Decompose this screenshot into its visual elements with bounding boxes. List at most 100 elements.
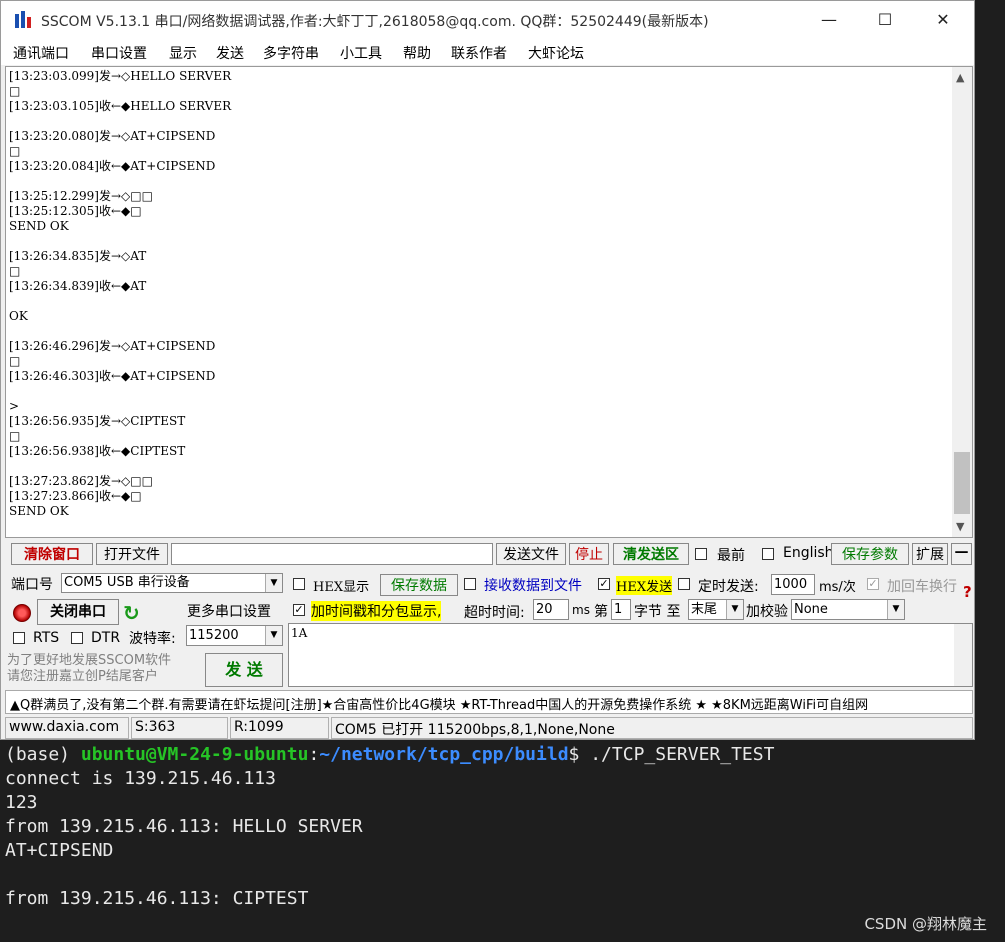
rts-checkbox[interactable]	[13, 632, 25, 644]
receive-log-line: □	[9, 144, 21, 158]
hex-display-label: HEX显示	[313, 580, 370, 595]
hex-send-checkbox[interactable]: ✓	[598, 578, 610, 590]
receive-log-line: [13:26:34.835]发→◇AT	[9, 249, 147, 263]
menu-contact-author[interactable]: 联系作者	[451, 43, 507, 63]
timeout-input[interactable]: 20	[533, 599, 569, 620]
byte-end-dropdown-icon[interactable]: ▼	[726, 600, 743, 619]
receive-log-line: □	[9, 264, 21, 278]
receive-log-line: □	[9, 354, 21, 368]
baud-select[interactable]: 115200 ▼	[186, 625, 283, 646]
topmost-checkbox[interactable]	[695, 548, 707, 560]
timed-interval-input[interactable]: 1000	[771, 574, 815, 595]
send-scrollbar[interactable]	[954, 624, 972, 686]
receive-log: [13:23:03.099]发→◇HELLO SERVER □ [13:23:03.…	[9, 69, 949, 519]
hex-send-label: HEX发送	[616, 576, 673, 595]
timeout-label: 超时时间:	[464, 605, 525, 621]
help-icon[interactable]: ?	[963, 583, 972, 601]
terminal-command: ./TCP_SERVER_TEST	[590, 744, 775, 765]
byte-end-select[interactable]: 末尾 ▼	[688, 599, 744, 620]
ms-per-label: ms/次	[819, 580, 856, 595]
receive-log-line: SEND OK	[9, 504, 69, 518]
terminal-output-line: AT+CIPSEND	[5, 840, 114, 861]
open-file-button[interactable]: 打开文件	[96, 543, 168, 565]
close-port-button[interactable]: 关闭串口	[37, 599, 119, 625]
baud-dropdown-icon[interactable]: ▼	[265, 626, 282, 645]
menu-comm-port[interactable]: 通讯端口	[13, 43, 69, 63]
send-input[interactable]: 1A	[288, 623, 973, 687]
status-recv: R:1099	[230, 717, 329, 739]
timed-send-checkbox[interactable]	[678, 578, 690, 590]
add-crlf-checkbox[interactable]: ✓	[867, 578, 879, 590]
timestamp-checkbox[interactable]: ✓	[293, 604, 305, 616]
receive-log-line	[9, 294, 949, 309]
ms-label: ms	[572, 603, 590, 617]
hex-display-checkbox[interactable]	[293, 578, 305, 590]
port-value: COM5 USB 串行设备	[64, 575, 190, 590]
menu-forum[interactable]: 大虾论坛	[528, 43, 584, 63]
english-checkbox[interactable]	[762, 548, 774, 560]
port-label: 端口号	[11, 577, 53, 593]
send-file-button[interactable]: 发送文件	[496, 543, 566, 565]
receive-log-line: [13:26:46.303]收←◆AT+CIPSEND	[9, 369, 216, 383]
scroll-up-icon[interactable]: ▲	[956, 71, 964, 84]
dtr-checkbox[interactable]	[71, 632, 83, 644]
dtr-label: DTR	[91, 630, 121, 646]
menu-help[interactable]: 帮助	[403, 43, 431, 63]
file-path-input[interactable]	[171, 543, 493, 565]
title-bar[interactable]: SSCOM V5.13.1 串口/网络数据调试器,作者:大虾丁丁,2618058…	[1, 1, 974, 39]
app-icon	[15, 11, 31, 28]
receive-log-line	[9, 234, 949, 249]
recv-to-file-checkbox[interactable]	[464, 578, 476, 590]
refresh-icon[interactable]: ↻	[123, 601, 140, 625]
save-data-button[interactable]: 保存数据	[380, 574, 458, 596]
menu-display[interactable]: 显示	[169, 43, 197, 63]
port-select[interactable]: COM5 USB 串行设备 ▼	[61, 573, 283, 593]
port-dropdown-icon[interactable]: ▼	[265, 574, 282, 592]
receive-log-line: [13:23:20.080]发→◇AT+CIPSEND	[9, 129, 216, 143]
receive-log-line: SEND OK	[9, 219, 69, 233]
scroll-down-icon[interactable]: ▼	[956, 520, 964, 533]
save-params-button[interactable]: 保存参数	[831, 543, 909, 565]
nth-label: 第	[594, 604, 608, 620]
checksum-dropdown-icon[interactable]: ▼	[887, 600, 904, 619]
scroll-thumb[interactable]	[954, 452, 970, 514]
clear-send-button[interactable]: 清发送区	[613, 543, 689, 565]
receive-scrollbar[interactable]: ▲ ▼	[952, 67, 972, 537]
minimize-button[interactable]: —	[801, 5, 857, 35]
menu-bar: 通讯端口 串口设置 显示 发送 多字符串 小工具 帮助 联系作者 大虾论坛	[1, 39, 974, 65]
port-status-icon	[13, 604, 31, 622]
receive-log-line	[9, 114, 949, 129]
clear-window-button[interactable]: 清除窗口	[11, 543, 93, 565]
send-button[interactable]: 发 送	[205, 653, 283, 687]
receive-log-line: [13:25:12.305]收←◆□	[9, 204, 142, 218]
terminal-output-line: from 139.215.46.113: HELLO SERVER	[5, 816, 363, 837]
status-site[interactable]: www.daxia.com	[5, 717, 129, 739]
receive-log-line	[9, 384, 949, 399]
byte-index-input[interactable]: 1	[611, 599, 631, 620]
expand-button[interactable]: 扩展	[912, 543, 948, 565]
menu-multi-string[interactable]: 多字符串	[263, 43, 319, 63]
close-button[interactable]: ✕	[915, 5, 971, 35]
receive-area[interactable]: [13:23:03.099]发→◇HELLO SERVER □ [13:23:03.…	[5, 66, 973, 538]
checksum-select[interactable]: None ▼	[791, 599, 905, 620]
receive-log-line: [13:26:56.938]收←◆CIPTEST	[9, 444, 186, 458]
status-sent: S:363	[131, 717, 228, 739]
announcement-ticker[interactable]: ▲Q群满员了,没有第二个群.有需要请在虾坛提问[注册]★合宙高性价比4G模块 ★…	[5, 690, 973, 714]
more-settings-link[interactable]: 更多串口设置	[187, 601, 271, 621]
receive-log-line	[9, 174, 949, 189]
stop-button[interactable]: 停止	[569, 543, 609, 565]
menu-serial-settings[interactable]: 串口设置	[91, 43, 147, 63]
menu-tools[interactable]: 小工具	[340, 43, 382, 63]
maximize-button[interactable]: ☐	[857, 5, 913, 35]
receive-log-line: >	[9, 399, 20, 413]
sscom-window: SSCOM V5.13.1 串口/网络数据调试器,作者:大虾丁丁,2618058…	[0, 0, 975, 740]
terminal-output-line: 123	[5, 792, 38, 813]
recv-to-file-label[interactable]: 接收数据到文件	[484, 575, 582, 595]
status-port: COM5 已打开 115200bps,8,1,None,None	[331, 717, 973, 739]
receive-log-line	[9, 459, 949, 474]
terminal-output-line: connect is 139.215.46.113	[5, 768, 276, 789]
collapse-button[interactable]: —	[951, 543, 972, 565]
receive-log-line: [13:26:46.296]发→◇AT+CIPSEND	[9, 339, 216, 353]
menu-send[interactable]: 发送	[216, 43, 244, 63]
topmost-label: 最前	[717, 548, 745, 564]
